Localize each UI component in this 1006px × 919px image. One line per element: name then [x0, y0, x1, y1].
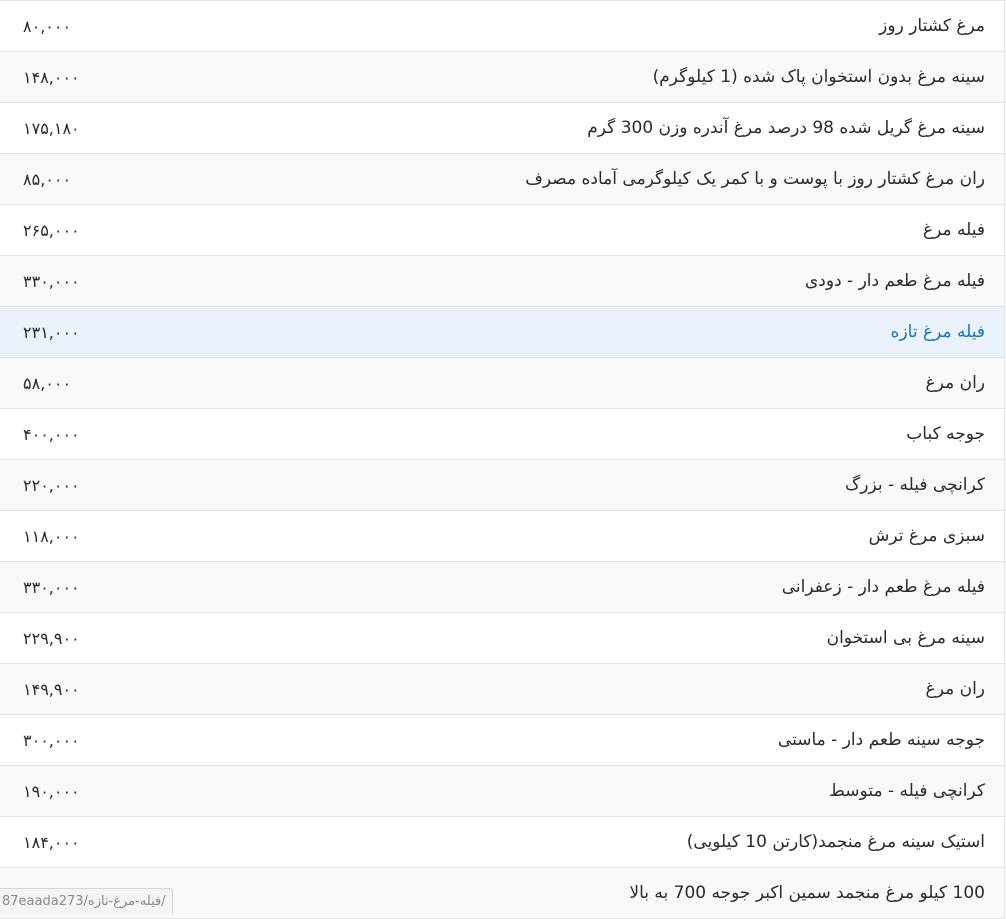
product-price: ۲۳۱,۰۰۰ [23, 322, 80, 342]
table-row[interactable]: ران مرغ کشتار روز با پوست و با کمر یک کی… [0, 154, 1004, 205]
product-name: سینه مرغ بی استخوان [826, 628, 985, 648]
table-row[interactable]: فیله مرغ طعم دار - زعفرانی ۳۳۰,۰۰۰ [0, 562, 1004, 613]
product-price: ۱۴۸,۰۰۰ [23, 67, 80, 87]
table-row[interactable]: مرغ کشتار روز ۸۰,۰۰۰ [0, 1, 1004, 52]
product-price: ۴۰۰,۰۰۰ [23, 424, 80, 444]
product-price: ۳۰۰,۰۰۰ [23, 730, 80, 750]
product-name: جوجه سینه طعم دار - ماستی [777, 730, 985, 750]
product-name: استیک سینه مرغ منجمد(کارتن 10 کیلویی) [686, 832, 985, 852]
table-row[interactable]: سبزی مرغ ترش ۱۱۸,۰۰۰ [0, 511, 1004, 562]
product-name: 100 کیلو مرغ منجمد سمین اکبر جوجه 700 به… [629, 883, 985, 903]
product-name-link[interactable]: فیله مرغ تازه [891, 322, 1004, 342]
table-row-hovered[interactable]: فیله مرغ تازه ۲۳۱,۰۰۰ [0, 307, 1004, 358]
product-price: ۱۸۴,۰۰۰ [23, 832, 80, 852]
product-name: سینه مرغ گریل شده 98 درصد مرغ آندره وزن … [587, 118, 985, 138]
product-name: ران مرغ [925, 679, 985, 699]
table-row[interactable]: ران مرغ ۱۴۹,۹۰۰ [0, 664, 1004, 715]
product-name: فیله مرغ [922, 220, 985, 240]
table-row[interactable]: استیک سینه مرغ منجمد(کارتن 10 کیلویی) ۱۸… [0, 817, 1004, 868]
table-row[interactable]: سینه مرغ بدون استخوان پاک شده (1 کیلوگرم… [0, 52, 1004, 103]
table-row[interactable]: جوجه کباب ۴۰۰,۰۰۰ [0, 409, 1004, 460]
product-name: ران مرغ کشتار روز با پوست و با کمر یک کی… [525, 169, 985, 189]
product-name: فیله مرغ طعم دار - زعفرانی [781, 577, 985, 597]
product-name: مرغ کشتار روز [879, 16, 985, 36]
product-name: ران مرغ [925, 373, 985, 393]
product-price: ۳۳۰,۰۰۰ [23, 577, 80, 597]
product-name: سینه مرغ بدون استخوان پاک شده (1 کیلوگرم… [652, 67, 985, 87]
table-row[interactable]: ران مرغ ۵۸,۰۰۰ [0, 358, 1004, 409]
product-price: ۱۷۵,۱۸۰ [23, 118, 80, 138]
product-name: جوجه کباب [906, 424, 985, 444]
product-price: ۲۲۰,۰۰۰ [23, 475, 80, 495]
product-price: ۳۳۰,۰۰۰ [23, 271, 80, 291]
product-name: کرانچی فیله - بزرگ [845, 475, 985, 495]
table-row[interactable]: کرانچی فیله - بزرگ ۲۲۰,۰۰۰ [0, 460, 1004, 511]
product-price: ۱۴۹,۹۰۰ [23, 679, 80, 699]
product-price: ۲۶۵,۰۰۰ [23, 220, 80, 240]
price-list-table: مرغ کشتار روز ۸۰,۰۰۰ سینه مرغ بدون استخو… [0, 0, 1005, 919]
product-name: کرانچی فیله - متوسط [829, 781, 985, 801]
table-row[interactable]: فیله مرغ ۲۶۵,۰۰۰ [0, 205, 1004, 256]
product-name: فیله مرغ طعم دار - دودی [805, 271, 985, 291]
table-row[interactable]: فیله مرغ طعم دار - دودی ۳۳۰,۰۰۰ [0, 256, 1004, 307]
table-row[interactable]: جوجه سینه طعم دار - ماستی ۳۰۰,۰۰۰ [0, 715, 1004, 766]
product-name: سبزی مرغ ترش [868, 526, 985, 546]
product-price: ۸۰,۰۰۰ [23, 16, 72, 36]
table-row[interactable]: سینه مرغ گریل شده 98 درصد مرغ آندره وزن … [0, 103, 1004, 154]
table-row[interactable]: سینه مرغ بی استخوان ۲۲۹,۹۰۰ [0, 613, 1004, 664]
product-price: ۲۲۹,۹۰۰ [23, 628, 80, 648]
table-row[interactable]: کرانچی فیله - متوسط ۱۹۰,۰۰۰ [0, 766, 1004, 817]
link-status-bar: 87eaada273/فیله-مرغ-تازه/ [0, 888, 173, 914]
product-price: ۵۸,۰۰۰ [23, 373, 72, 393]
product-price: ۱۹۰,۰۰۰ [23, 781, 80, 801]
product-price: ۱۱۸,۰۰۰ [23, 526, 80, 546]
product-price: ۸۵,۰۰۰ [23, 169, 72, 189]
